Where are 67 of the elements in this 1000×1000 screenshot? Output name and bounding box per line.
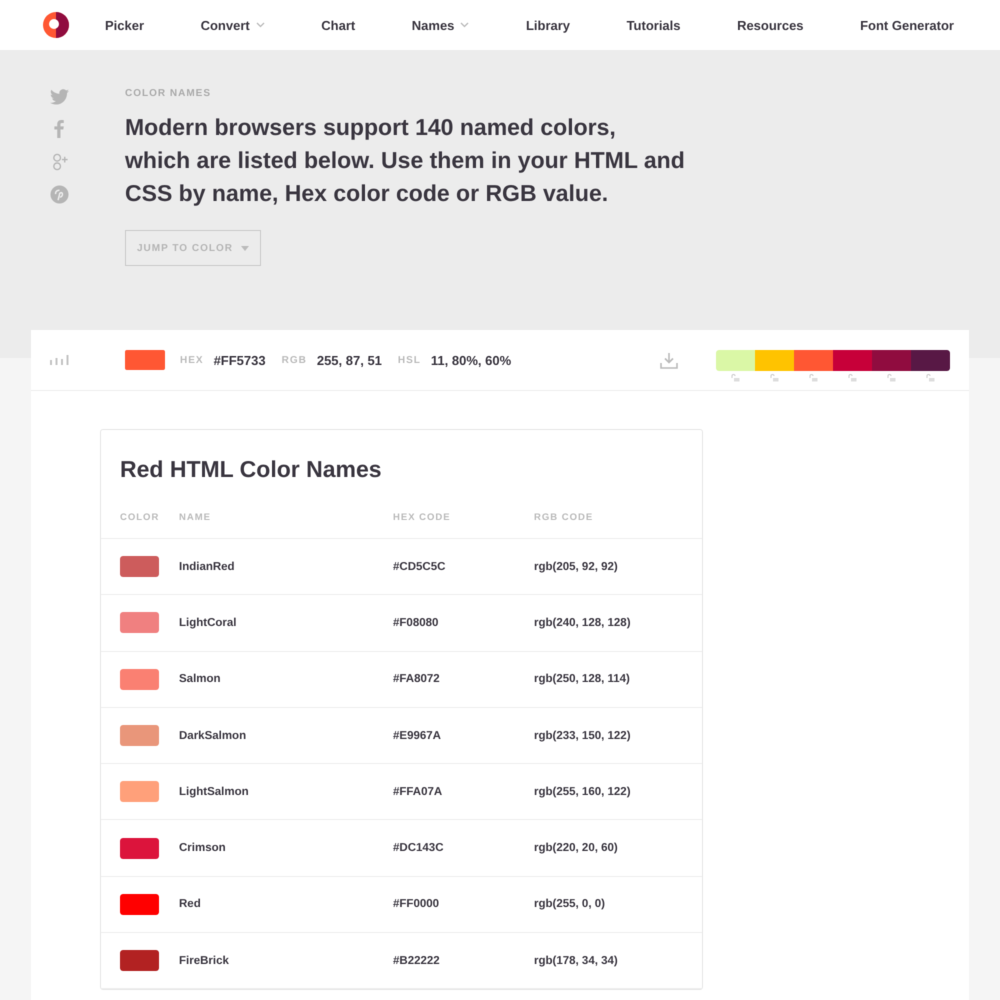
bars-icon[interactable]: [50, 355, 69, 365]
lock-icon[interactable]: [809, 374, 818, 382]
rgb-code: rgb(255, 0, 0): [534, 898, 606, 910]
nav-link[interactable]: Names: [412, 18, 470, 32]
hsl-value: 11, 80%, 60%: [430, 352, 512, 368]
palette-swatch[interactable]: [911, 350, 950, 371]
rgb-code: rgb(250, 128, 114): [534, 673, 631, 686]
hex-code: #CD5C5C: [393, 560, 446, 573]
color-name: Crimson: [179, 842, 227, 854]
google-plus-icon[interactable]: [50, 152, 70, 171]
lock-icon[interactable]: [770, 374, 779, 382]
lock-icon[interactable]: [848, 374, 857, 382]
headline: Modern browsers support 140 named colors, which are listed below. Use them in your HTML and CSS by name, Hex color code or RGB value.: [125, 113, 685, 208]
nav-link[interactable]: Tutorials: [626, 18, 681, 32]
column-header: RGB CODE: [534, 512, 594, 523]
section-label: COLOR NAMES: [125, 88, 212, 99]
palette-swatch[interactable]: [716, 350, 755, 371]
color-name: LightCoral: [179, 616, 238, 629]
caret-icon: [256, 22, 265, 28]
hex-code: #FA8072: [393, 673, 441, 686]
nav-link[interactable]: Convert: [200, 18, 265, 32]
rgb-code: rgb(220, 20, 60): [534, 842, 619, 854]
hex-code: #DC143C: [393, 842, 444, 854]
pinterest-icon[interactable]: [50, 185, 69, 204]
nav-link[interactable]: Chart: [321, 18, 356, 32]
column-header: HEX CODE: [393, 512, 452, 523]
rgb-code: rgb(240, 128, 128): [534, 616, 632, 629]
rgb-code: rgb(233, 150, 122): [534, 730, 632, 742]
table-title: Red HTML Color Names: [120, 456, 383, 483]
color-name: FireBrick: [179, 954, 230, 967]
color-name: IndianRed: [179, 560, 236, 573]
rgb-code: rgb(178, 34, 34): [534, 954, 619, 967]
twitter-icon[interactable]: [50, 89, 69, 105]
column-header: NAME: [179, 512, 212, 523]
hex-code: #B22222: [393, 954, 441, 967]
rgb-label: RGB: [282, 354, 307, 366]
caret-icon: [460, 22, 470, 28]
color-swatch: [125, 350, 165, 370]
lock-icon[interactable]: [887, 374, 896, 382]
palette-swatch[interactable]: [794, 350, 833, 371]
column-header: COLOR: [120, 512, 160, 523]
rgb-code: rgb(205, 92, 92): [534, 560, 619, 573]
color-name: Red: [179, 898, 202, 910]
hsl-label: HSL: [398, 354, 421, 366]
palette-swatch[interactable]: [833, 350, 872, 371]
color-name: LightSalmon: [179, 786, 250, 798]
hex-label: HEX: [180, 354, 204, 366]
hex-value: #FF5733: [214, 352, 266, 368]
hex-code: #F08080: [393, 616, 440, 629]
nav-link[interactable]: Library: [526, 18, 570, 32]
hex-code: #E9967A: [393, 730, 442, 742]
download-icon[interactable]: [660, 352, 678, 368]
nav-link[interactable]: Font Generator: [860, 18, 954, 32]
nav-link[interactable]: Picker: [105, 18, 144, 32]
hex-code: #FFA07A: [393, 786, 444, 798]
rgb-value: 255, 87, 51: [316, 352, 382, 368]
palette-swatch[interactable]: [872, 350, 911, 371]
color-name: DarkSalmon: [179, 730, 248, 742]
palette-swatch[interactable]: [755, 350, 794, 371]
lock-icon[interactable]: [731, 374, 740, 382]
hex-code: #FF0000: [393, 898, 440, 910]
caret-icon: [240, 246, 249, 250]
rgb-code: rgb(255, 160, 122): [534, 786, 632, 798]
nav-link[interactable]: Resources: [737, 18, 804, 32]
color-name: Salmon: [179, 673, 222, 686]
lock-icon[interactable]: [926, 374, 935, 382]
logo-icon: [43, 12, 69, 38]
